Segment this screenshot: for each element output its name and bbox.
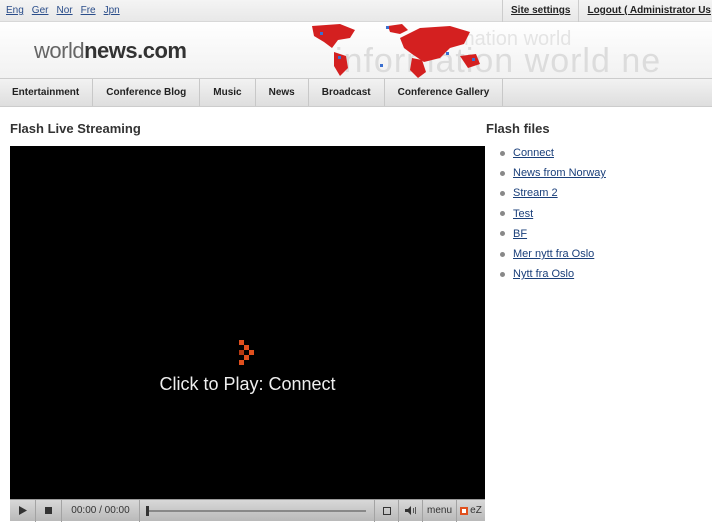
player-controls: 00:00 / 00:00 menu eZ	[10, 499, 485, 522]
stop-icon	[45, 507, 52, 514]
click-to-play-overlay[interactable]: Click to Play: Connect	[10, 340, 485, 395]
lang-link-nor[interactable]: Nor	[56, 5, 72, 16]
volume-icon	[404, 506, 416, 515]
nav-item-news[interactable]: News	[256, 79, 309, 106]
flash-file-link[interactable]: Nytt fra Oslo	[513, 268, 574, 280]
top-bar: Eng Ger Nor Fre Jpn Site settings Logout…	[0, 0, 712, 22]
flash-file-link[interactable]: Stream 2	[513, 187, 558, 199]
seek-handle[interactable]	[146, 505, 149, 516]
flash-file-link[interactable]: Mer nytt fra Oslo	[513, 248, 594, 260]
flash-file-link[interactable]: BF	[513, 228, 527, 240]
list-item: Stream 2	[500, 183, 606, 203]
bullet-icon	[500, 170, 505, 176]
flash-file-link[interactable]: Test	[513, 208, 533, 220]
flash-files-list: Connect News from Norway Stream 2 Test B…	[500, 143, 606, 284]
click-to-play-text: Click to Play: Connect	[159, 374, 336, 394]
nav-item-entertainment[interactable]: Entertainment	[0, 79, 94, 106]
logout-link[interactable]: Logout ( Administrator Us	[578, 0, 712, 22]
flash-file-link[interactable]: News from Norway	[513, 167, 606, 179]
play-icon	[18, 506, 27, 515]
list-item: Nytt fra Oslo	[500, 264, 606, 284]
lang-link-ger[interactable]: Ger	[32, 5, 49, 16]
nav-item-broadcast[interactable]: Broadcast	[309, 79, 385, 106]
seek-bar[interactable]	[140, 499, 375, 522]
ez-logo-icon	[460, 506, 469, 515]
fullscreen-button[interactable]	[375, 499, 399, 522]
flash-video-player[interactable]: Click to Play: Connect 00:00 / 00:00 men…	[10, 146, 485, 522]
nav-item-music[interactable]: Music	[200, 79, 256, 106]
world-map-graphic	[312, 24, 480, 78]
nav-item-conference-gallery[interactable]: Conference Gallery	[385, 79, 504, 106]
logo-bold-text: news.com	[84, 38, 187, 63]
flash-file-link[interactable]: Connect	[513, 147, 554, 159]
stop-button[interactable]	[36, 499, 62, 522]
menu-button[interactable]: menu	[423, 499, 457, 522]
play-button[interactable]	[10, 499, 36, 522]
bullet-icon	[500, 150, 505, 156]
fullscreen-icon	[382, 506, 391, 515]
page-title: Flash Live Streaming	[10, 121, 141, 136]
lang-link-eng[interactable]: Eng	[6, 5, 24, 16]
bullet-icon	[500, 271, 505, 277]
header-banner: mation world information world ne	[300, 22, 712, 78]
language-links: Eng Ger Nor Fre Jpn	[6, 5, 120, 16]
sidebar-title: Flash files	[486, 121, 550, 136]
list-item: Test	[500, 204, 606, 224]
play-arrow-icon	[238, 340, 254, 365]
ez-logo-button[interactable]: eZ	[457, 500, 485, 522]
list-item: Mer nytt fra Oslo	[500, 244, 606, 264]
site-header: worldnews.com mation world information w…	[0, 22, 712, 78]
lang-link-fre[interactable]: Fre	[81, 5, 96, 16]
main-navigation: Entertainment Conference Blog Music News…	[0, 78, 712, 107]
list-item: News from Norway	[500, 163, 606, 183]
site-logo[interactable]: worldnews.com	[34, 38, 187, 64]
lang-link-jpn[interactable]: Jpn	[104, 5, 120, 16]
bullet-icon	[500, 231, 505, 237]
nav-item-conference-blog[interactable]: Conference Blog	[93, 79, 201, 106]
bullet-icon	[500, 211, 505, 217]
ez-logo-text: eZ	[470, 505, 482, 516]
list-item: BF	[500, 224, 606, 244]
utility-links: Site settings Logout ( Administrator Us	[502, 0, 712, 22]
time-display: 00:00 / 00:00	[62, 499, 140, 522]
bullet-icon	[500, 251, 505, 257]
volume-button[interactable]	[399, 499, 423, 522]
site-settings-link[interactable]: Site settings	[502, 0, 578, 22]
logo-light-text: world	[34, 38, 85, 63]
seek-track	[148, 509, 366, 512]
bullet-icon	[500, 190, 505, 196]
list-item: Connect	[500, 143, 606, 163]
